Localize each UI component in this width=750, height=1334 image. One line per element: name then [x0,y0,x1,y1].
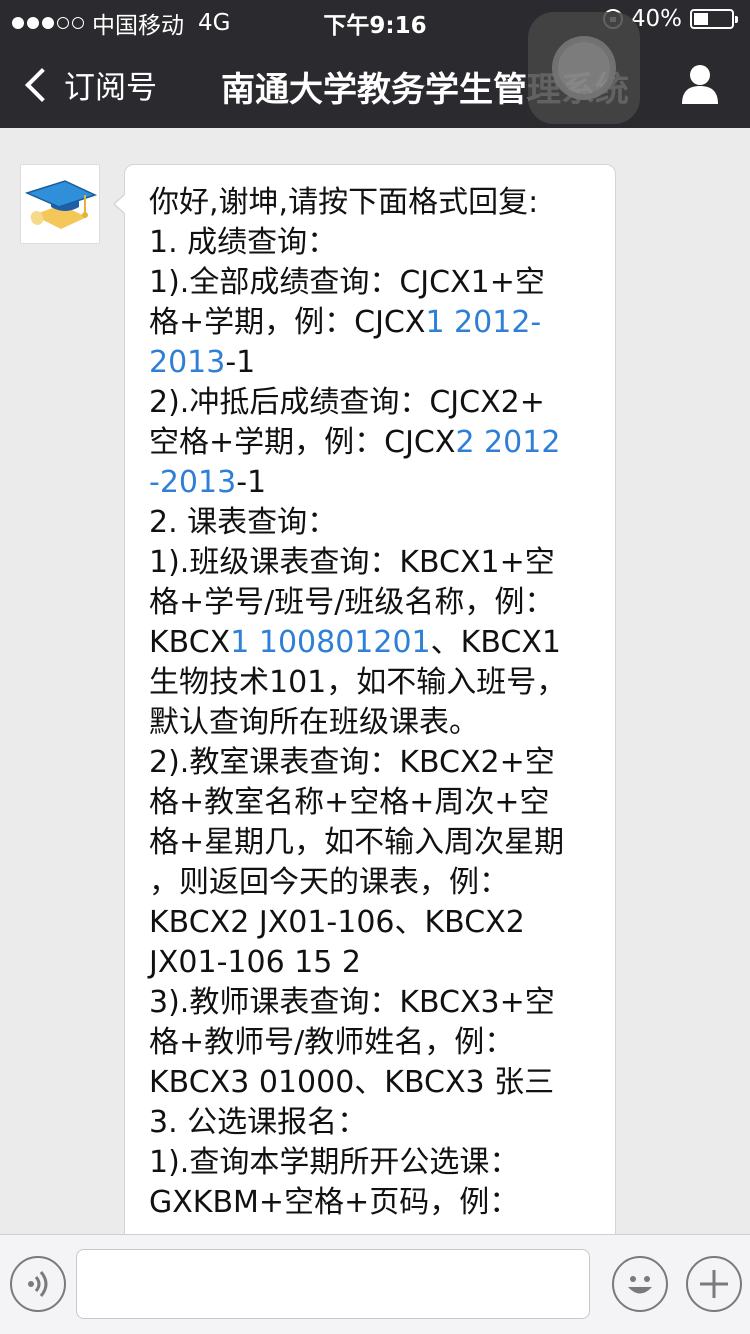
assistive-touch-knob [552,36,616,100]
message-text: 格+学号/班号/班级名称，例： [149,585,555,620]
message-text: -1 [236,465,267,500]
voice-icon [28,1271,48,1297]
top-bar: 中国移动 4G 下午9:16 40% 订阅号 南通大学教务学生管理系统 [0,0,750,128]
message-line: 格+学期，例：CJCX1 2012- [149,303,605,343]
more-button[interactable] [686,1256,742,1312]
message-input[interactable] [76,1249,590,1319]
battery-icon [690,9,738,29]
message-line: KBCX3 01000、KBCX3 张三 [149,1063,605,1103]
message-line: 格+学号/班号/班级名称，例： [149,583,605,623]
message-line: 3. 公选课报名： [149,1103,605,1143]
graduation-cap-icon [24,180,98,229]
message-line: 3).教师课表查询：KBCX3+空 [149,983,605,1023]
message-text: 格+学期，例：CJCX [149,305,426,340]
message-text: 生物技术101，如不输入班号， [149,665,567,700]
message-link[interactable]: 1 100801201 [230,625,430,660]
battery-tip [735,16,738,23]
message-line: 2. 课表查询： [149,503,605,543]
message-text: 2).教室课表查询：KBCX2+空 [149,745,555,780]
smile-icon [628,1276,652,1294]
message-line: GXKBM+空格+页码，例： [149,1183,605,1223]
input-bar [0,1234,750,1334]
message-text: 1. 成绩查询： [149,225,338,260]
message-line: 默认查询所在班级课表。 [149,703,605,743]
back-label: 订阅号 [64,70,157,106]
message-line: JX01-106 15 2 [149,943,605,983]
profile-button[interactable] [680,62,720,106]
battery-level [694,13,708,25]
back-button[interactable]: 订阅号 [22,62,157,107]
avatar[interactable] [20,164,100,244]
message-line: 格+教室名称+空格+周次+空 [149,783,605,823]
message-line: 你好,谢坤,请按下面格式回复: [149,183,605,223]
message-link[interactable]: 2013 [149,345,225,380]
message-line: 1).班级课表查询：KBCX1+空 [149,543,605,583]
message-text: 格+教师号/教师姓名，例： [149,1025,515,1060]
message-text: -1 [225,345,256,380]
message-text: 格+星期几，如不输入周次星期 [149,825,565,860]
message-text: KBCX3 01000、KBCX3 张三 [149,1065,555,1100]
message-text: 你好,谢坤,请按下面格式回复: [149,185,539,220]
chat-area[interactable]: 你好,谢坤,请按下面格式回复: 1. 成绩查询： 1).全部成绩查询：CJCX1+空… [0,128,750,1234]
message-line: 1).查询本学期所开公选课： [149,1143,605,1183]
message-text: 2).冲抵后成绩查询：CJCX2+ [149,385,545,420]
message-line: 格+教师号/教师姓名，例： [149,1023,605,1063]
message-line: -2013-1 [149,463,605,503]
message-line: 2).冲抵后成绩查询：CJCX2+ [149,383,605,423]
assistive-touch-button[interactable] [528,12,640,124]
message-link[interactable]: 1 2012- [425,305,541,340]
message-link[interactable]: 2 2012 [455,425,560,460]
message-line: 生物技术101，如不输入班号， [149,663,605,703]
emoji-button[interactable] [612,1256,668,1312]
message-line: KBCX1 100801201、KBCX1 [149,623,605,663]
chevron-left-icon [25,67,59,102]
message-text: 1).全部成绩查询：CJCX1+空 [149,265,545,300]
message-text: 2. 课表查询： [149,505,338,540]
message-text: GXKBM+空格+页码，例： [149,1185,520,1220]
message-text: 1).班级课表查询：KBCX1+空 [149,545,555,580]
message-line: 1. 成绩查询： [149,223,605,263]
message-text: KBCX2 JX01-106、KBCX2 [149,905,525,940]
message-text: KBCX [149,625,231,660]
plus-icon [700,1270,728,1298]
message-text: 3).教师课表查询：KBCX3+空 [149,985,555,1020]
message-line: 空格+学期，例：CJCX2 2012 [149,423,605,463]
message-line: ，则返回今天的课表，例： [149,863,605,903]
message-line: 2013-1 [149,343,605,383]
voice-button[interactable] [10,1256,66,1312]
message-line: 格+星期几，如不输入周次星期 [149,823,605,863]
wechat-chat-screen: 中国移动 4G 下午9:16 40% 订阅号 南通大学教务学生管理系统 你好,谢… [0,0,750,1334]
message-text: ，则返回今天的课表，例： [149,865,509,900]
message-text: 空格+学期，例：CJCX [149,425,456,460]
message-line: 1).全部成绩查询：CJCX1+空 [149,263,605,303]
message-bubble[interactable]: 你好,谢坤,请按下面格式回复: 1. 成绩查询： 1).全部成绩查询：CJCX1+空… [113,164,616,1234]
person-icon [682,65,718,104]
message-text: 、KBCX1 [430,625,561,660]
message-text: JX01-106 15 2 [149,945,361,980]
message-link[interactable]: -2013 [149,465,236,500]
message-line: KBCX2 JX01-106、KBCX2 [149,903,605,943]
message-line: 2).教室课表查询：KBCX2+空 [149,743,605,783]
message-text: 默认查询所在班级课表。 [149,705,479,740]
message-text: 格+教室名称+空格+周次+空 [149,785,550,820]
battery-percent: 40% [630,6,682,32]
message-text: 3. 公选课报名： [149,1105,368,1140]
message-text: 1).查询本学期所开公选课： [149,1145,520,1180]
